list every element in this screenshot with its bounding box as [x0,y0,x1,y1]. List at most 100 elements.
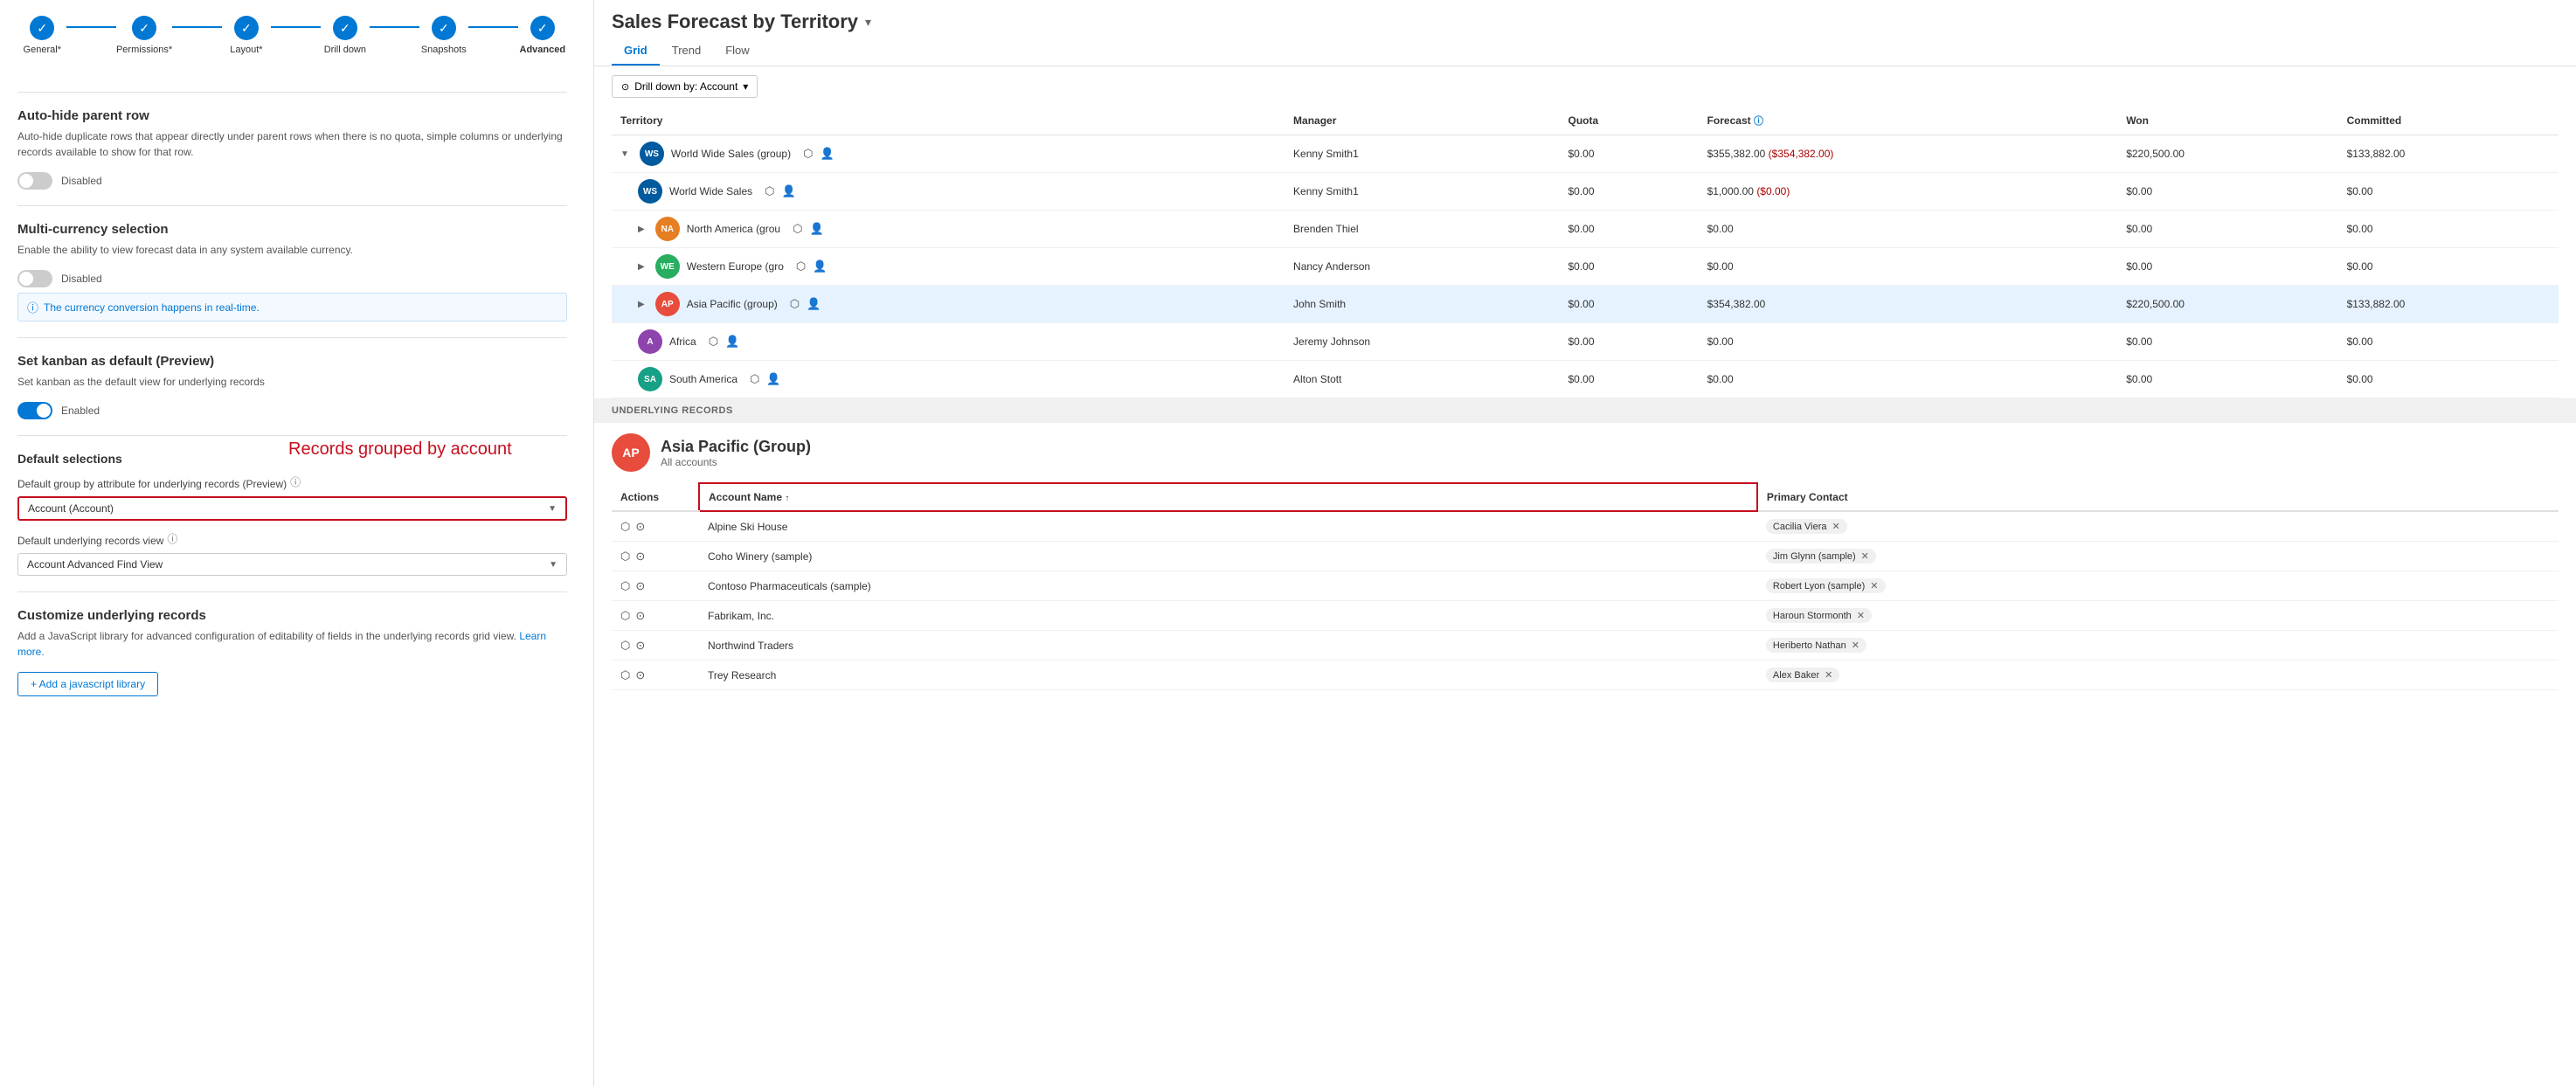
drill-down-label: Drill down by: Account [634,80,737,93]
customize-desc-text: Add a JavaScript library for advanced co… [17,630,516,642]
committed-cell: $133,882.00 [2338,135,2559,173]
remove-contact-icon[interactable]: ✕ [1861,550,1869,562]
view-dropdown[interactable]: Account Advanced Find View ▼ [17,553,567,576]
expand-icon[interactable]: ▼ [620,149,629,159]
add-js-button[interactable]: + Add a javascript library [17,672,158,696]
quota-cell: $0.00 [1560,286,1699,323]
share-icon[interactable]: ⬡ [765,184,774,198]
more-options-icon[interactable]: ⊙ [635,609,645,623]
group-by-dropdown[interactable]: Account (Account) ▼ [17,496,567,521]
user-icon[interactable]: 👤 [820,147,834,161]
more-options-icon[interactable]: ⊙ [635,639,645,653]
user-icon[interactable]: 👤 [766,372,780,386]
open-record-icon[interactable]: ⬡ [620,579,630,593]
user-icon[interactable]: 👤 [809,222,823,236]
share-icon[interactable]: ⬡ [750,372,759,386]
step-advanced[interactable]: ✓ Advanced [518,16,567,55]
open-record-icon[interactable]: ⬡ [620,550,630,564]
forecast-cell: $0.00 [1699,211,2118,248]
customize-section: Customize underlying records Add a JavaS… [17,608,567,696]
territory-name: Africa [669,335,696,348]
info-icon: ⓘ [27,299,38,315]
share-icon[interactable]: ⬡ [709,335,718,349]
right-panel: Sales Forecast by Territory ▾ Grid Trend… [594,0,2576,1086]
open-record-icon[interactable]: ⬡ [620,668,630,682]
user-icon[interactable]: 👤 [813,259,827,273]
tab-trend[interactable]: Trend [660,37,713,66]
sort-icon: ↑ [785,494,789,503]
col-won: Won [2117,107,2337,135]
contact-badge: Jim Glynn (sample) ✕ [1766,549,1876,564]
forecast-cell: $354,382.00 [1699,286,2118,323]
account-name-cell: Fabrikam, Inc. [699,601,1757,631]
kanban-toggle[interactable] [17,402,52,419]
manager-cell: Kenny Smith1 [1285,173,1559,211]
step-general[interactable]: ✓ General* [17,16,66,55]
committed-cell: $0.00 [2338,361,2559,398]
step-snapshots[interactable]: ✓ Snapshots [419,16,468,55]
auto-hide-toggle-row: Disabled [17,172,567,190]
multi-currency-toggle[interactable] [17,270,52,287]
group-by-info-icon: ⓘ [290,474,301,489]
manager-cell: Jeremy Johnson [1285,323,1559,361]
expand-icon[interactable]: ▶ [638,225,645,234]
filter-bar: ⊙ Drill down by: Account ▾ [612,66,2559,107]
table-row: ▼ WS World Wide Sales (group) ⬡ 👤 Kenny … [612,135,2559,173]
committed-cell: $133,882.00 [2338,286,2559,323]
customize-desc: Add a JavaScript library for advanced co… [17,628,567,660]
list-item: ⬡ ⊙ Alpine Ski House Cacilia Viera ✕ [612,511,2559,542]
auto-hide-toggle[interactable] [17,172,52,190]
user-icon[interactable]: 👤 [725,335,739,349]
share-icon[interactable]: ⬡ [803,147,813,161]
left-panel: ✓ General* ✓ Permissions* ✓ Layout* ✓ Dr… [0,0,594,1086]
step-drilldown[interactable]: ✓ Drill down [321,16,370,55]
share-icon[interactable]: ⬡ [796,259,806,273]
contact-cell: Heriberto Nathan ✕ [1757,631,2559,661]
step-permissions[interactable]: ✓ Permissions* [116,16,172,55]
step-circle-permissions: ✓ [132,16,156,40]
action-cell: ⬡ ⊙ [612,661,699,690]
forecast-cell: $0.00 [1699,361,2118,398]
forecast-dropdown-icon[interactable]: ▾ [865,15,871,30]
user-icon[interactable]: 👤 [807,297,821,311]
remove-contact-icon[interactable]: ✕ [1870,580,1878,591]
forecast-cell: $0.00 [1699,323,2118,361]
won-cell: $0.00 [2117,211,2337,248]
remove-contact-icon[interactable]: ✕ [1832,521,1839,532]
more-options-icon[interactable]: ⊙ [635,668,645,682]
expand-icon[interactable]: ▶ [638,300,645,309]
group-by-label-text: Default group by attribute for underlyin… [17,478,287,490]
user-icon[interactable]: 👤 [782,184,796,198]
action-cell: ⬡ ⊙ [612,542,699,571]
expand-icon[interactable]: ▶ [638,262,645,272]
kanban-desc: Set kanban as the default view for under… [17,374,567,390]
won-cell: $0.00 [2117,173,2337,211]
group-by-field-label: Default group by attribute for underlyin… [17,474,567,493]
open-record-icon[interactable]: ⬡ [620,639,630,653]
remove-contact-icon[interactable]: ✕ [1857,610,1865,621]
view-field-label: Default underlying records view ⓘ [17,531,567,550]
remove-contact-icon[interactable]: ✕ [1825,669,1832,681]
open-record-icon[interactable]: ⬡ [620,520,630,534]
col-forecast: Forecast ⓘ [1699,107,2118,135]
account-name-cell: Northwind Traders [699,631,1757,661]
open-record-icon[interactable]: ⬡ [620,609,630,623]
won-cell: $220,500.00 [2117,286,2337,323]
auto-hide-title: Auto-hide parent row [17,108,567,123]
tab-flow[interactable]: Flow [713,37,761,66]
forecast-cell: $355,382.00 ($354,382.00) [1699,135,2118,173]
more-options-icon[interactable]: ⊙ [635,579,645,593]
share-icon[interactable]: ⬡ [793,222,802,236]
table-row: WS World Wide Sales ⬡ 👤 Kenny Smith1 $0.… [612,173,2559,211]
more-options-icon[interactable]: ⊙ [635,520,645,534]
forecast-cell: $1,000.00 ($0.00) [1699,173,2118,211]
step-layout[interactable]: ✓ Layout* [222,16,271,55]
contact-cell: Robert Lyon (sample) ✕ [1757,571,2559,601]
remove-contact-icon[interactable]: ✕ [1852,640,1859,651]
underlying-table: Actions Account Name ↑ Primary Contact ⬡… [612,482,2559,690]
share-icon[interactable]: ⬡ [790,297,800,311]
tab-grid[interactable]: Grid [612,37,660,66]
step-label-general: General* [24,45,61,55]
more-options-icon[interactable]: ⊙ [635,550,645,564]
drill-down-filter-button[interactable]: ⊙ Drill down by: Account ▾ [612,75,758,98]
